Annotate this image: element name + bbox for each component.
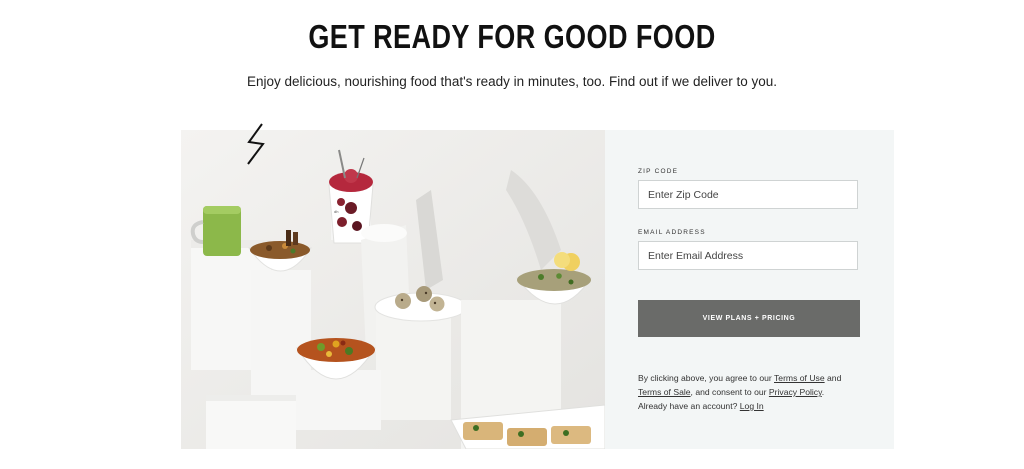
legal-text: By clicking above, you agree to our Term…	[638, 371, 863, 413]
svg-text:dh: dh	[334, 209, 338, 214]
terms-of-use-link[interactable]: Terms of Use	[774, 373, 825, 383]
signup-form: ZIP CODE EMAIL ADDRESS VIEW PLANS + PRIC…	[605, 130, 894, 449]
email-address-input[interactable]	[638, 241, 858, 270]
privacy-policy-link[interactable]: Privacy Policy	[769, 387, 822, 397]
zip-code-label: ZIP CODE	[638, 168, 679, 175]
page-subtitle: Enjoy delicious, nourishing food that's …	[246, 74, 778, 89]
hero-food-image: dh	[181, 130, 605, 449]
zip-code-input[interactable]	[638, 180, 858, 209]
page: GET READY FOR GOOD FOOD Enjoy delicious,…	[0, 0, 1024, 469]
legal-text-part: , and consent to our	[690, 387, 769, 397]
terms-of-sale-link[interactable]: Terms of Sale	[638, 387, 691, 397]
legal-text-part: .	[821, 387, 825, 397]
email-address-label: EMAIL ADDRESS	[638, 229, 706, 236]
account-prompt: Already have an account?	[638, 401, 740, 411]
legal-text-part: and	[824, 373, 842, 383]
legal-text-part: By clicking above, you agree to our	[638, 373, 774, 383]
lightning-bolt-icon	[247, 123, 265, 165]
view-plans-pricing-button[interactable]: VIEW PLANS + PRICING	[638, 300, 860, 337]
page-title: GET READY FOR GOOD FOOD	[308, 18, 716, 55]
log-in-link[interactable]: Log In	[740, 401, 764, 411]
